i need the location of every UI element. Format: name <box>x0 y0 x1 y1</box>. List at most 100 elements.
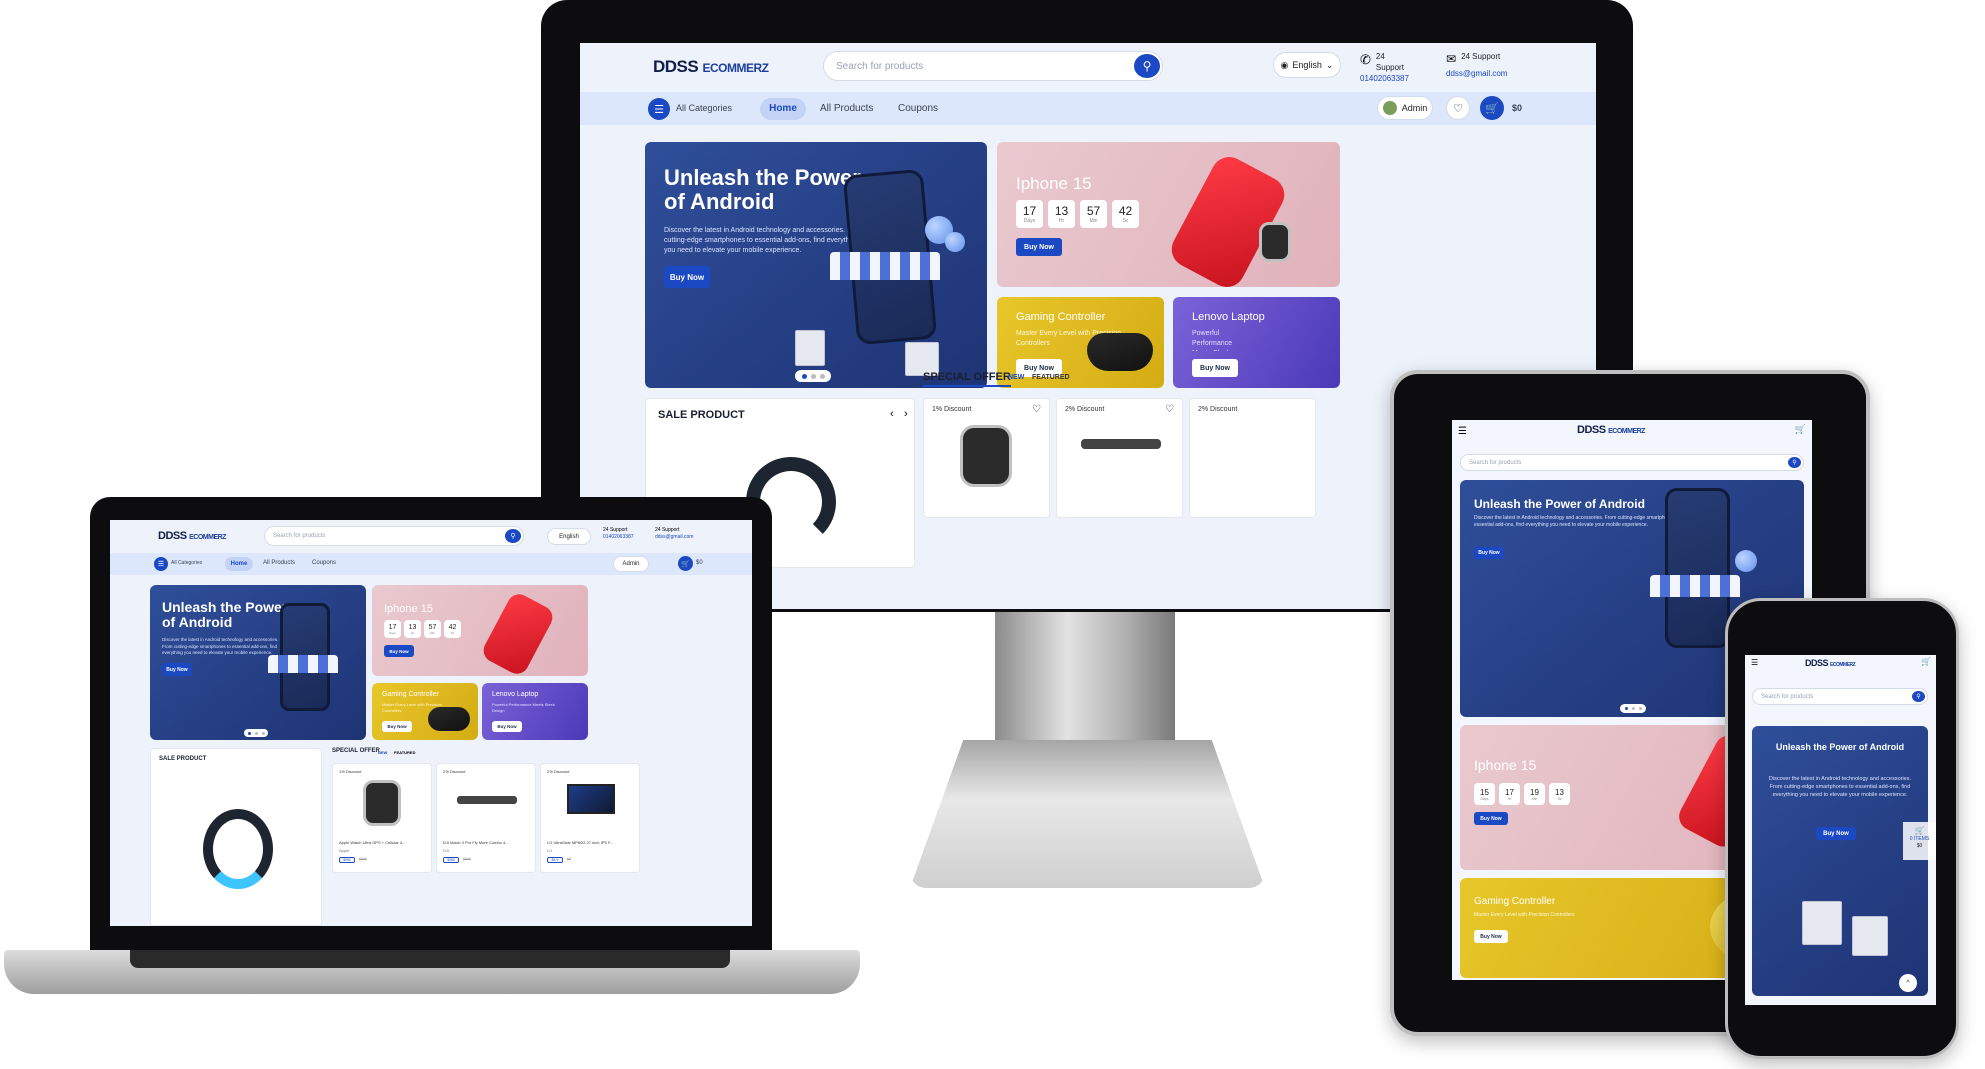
monitor-neck <box>995 612 1175 752</box>
hero-buy-button[interactable]: Buy Now <box>1474 547 1504 559</box>
categories-icon[interactable]: ☰ <box>154 557 168 571</box>
cart-button[interactable]: 🛒 <box>678 556 693 571</box>
heart-icon[interactable]: ♡ <box>1165 404 1174 415</box>
scroll-top-button[interactable]: ^ <box>1899 974 1917 992</box>
hero-banner: Unleash the Power of Android Discover th… <box>150 585 366 740</box>
headphone-art <box>203 809 273 889</box>
nav-all-categories[interactable]: All Categories <box>171 560 202 566</box>
product-image-monitor <box>567 784 615 814</box>
hero-awning-art <box>268 655 338 673</box>
phone-support[interactable]: ✆ 24 Support 01402063387 <box>1360 51 1409 85</box>
email-support[interactable]: ✉ 24 Support ddss@gmail.com <box>1446 51 1507 79</box>
promo-lenovo-buy-button[interactable]: Buy Now <box>1192 359 1238 377</box>
cart-button[interactable]: 🛒 <box>1480 96 1504 120</box>
search-icon: ⚲ <box>1792 460 1797 466</box>
countdown-timer: 17 Days 13 Hr 57 Min 42 Sc <box>1016 200 1139 228</box>
user-menu[interactable]: Admin <box>1377 96 1433 120</box>
hero-buy-button[interactable]: Buy Now <box>1816 827 1856 840</box>
user-menu[interactable]: Admin <box>613 556 649 572</box>
promo-lenovo: Lenovo Laptop Powerful Performance Meets… <box>1173 297 1340 388</box>
search-button[interactable]: ⚲ <box>1912 691 1925 702</box>
discount-badge: 2% Discount <box>1065 406 1105 413</box>
promo-iphone-buy-button[interactable]: Buy Now <box>1474 812 1508 825</box>
product-card[interactable]: 2% Discount ♡ <box>1056 398 1183 518</box>
hero-balloon-art <box>1735 550 1757 572</box>
floating-cart[interactable]: 🛒 0 ITEMS $0 <box>1903 822 1936 860</box>
categories-icon[interactable]: ☰ <box>648 98 670 120</box>
brand-logo[interactable]: DDSS ECOMMERZ <box>158 530 226 542</box>
promo-iphone-buy-button[interactable]: Buy Now <box>1016 238 1062 256</box>
nav-coupons[interactable]: Coupons <box>898 103 938 114</box>
nav-all-products[interactable]: All Products <box>820 103 873 114</box>
brand-logo[interactable]: DDSS ECOMMERZ <box>1577 424 1645 436</box>
cart-items-count: 0 ITEMS <box>1909 836 1930 843</box>
brand-logo[interactable]: DDSS ECOMMERZ <box>653 57 769 77</box>
prev-arrow-icon[interactable]: ‹ <box>890 408 894 420</box>
search-icon: ⚲ <box>1142 59 1152 73</box>
hero-buy-button[interactable]: Buy Now <box>664 266 710 288</box>
main-nav: ☰ All Categories Home All Products Coupo… <box>580 92 1596 125</box>
carousel-dots[interactable] <box>795 370 831 382</box>
hero-bag-art <box>1852 916 1888 956</box>
iphone-product-art <box>479 590 557 676</box>
chevron-down-icon: ⌄ <box>1325 59 1334 70</box>
product-card[interactable]: 2% Discount DJI Mavic 3 Pro Fly More Com… <box>436 763 536 873</box>
cart-icon[interactable]: 🛒 <box>1795 424 1806 435</box>
language-select[interactable]: English <box>547 528 591 545</box>
cart-icon[interactable]: 🛒 <box>1921 657 1931 666</box>
tab-featured[interactable]: FEATURED <box>394 750 415 755</box>
tab-featured[interactable]: FEATURED <box>1032 374 1070 381</box>
nav-all-categories[interactable]: All Categories <box>676 103 732 113</box>
laptop-screen: DDSS ECOMMERZ Search for products ⚲ Engl… <box>110 520 752 926</box>
phone-icon: ✆ <box>1360 52 1371 67</box>
search-bar[interactable]: Search for products ⚲ <box>823 51 1163 81</box>
menu-icon[interactable]: ☰ <box>1458 426 1467 437</box>
search-bar[interactable]: Search for products ⚲ <box>1752 688 1928 705</box>
product-card[interactable]: 1% Discount ♡ <box>923 398 1050 518</box>
product-card[interactable]: 1% Discount Apple Watch Ultra GPS + Cell… <box>332 763 432 873</box>
mail-icon: ✉ <box>1446 52 1457 66</box>
search-bar[interactable]: Search for products ⚲ <box>1460 454 1804 471</box>
carousel-dots[interactable] <box>244 729 268 737</box>
search-bar[interactable]: Search for products ⚲ <box>264 526 524 546</box>
email-support[interactable]: 24 Support ddss@gmail.com <box>655 527 693 540</box>
promo-iphone-buy-button[interactable]: Buy Now <box>384 645 414 657</box>
hero-description: Discover the latest in Android technolog… <box>1474 515 1682 529</box>
nav-home[interactable]: Home <box>225 557 253 571</box>
tab-new[interactable]: NEW <box>378 750 387 755</box>
discount-badge: 2% Discount <box>1198 406 1238 413</box>
promo-lenovo-subtitle: Powerful Performance Meets Sleek Design <box>1192 330 1233 351</box>
phone-support[interactable]: 24 Support 01402063387 <box>603 527 634 540</box>
search-button[interactable]: ⚲ <box>1134 54 1160 78</box>
phone-screen: ☰ DDSS ECOMMERZ 🛒 Search for products ⚲ … <box>1745 655 1936 1005</box>
hero-buy-button[interactable]: Buy Now <box>162 663 192 676</box>
wishlist-button[interactable]: ♡ <box>1446 96 1470 120</box>
heart-icon[interactable]: ♡ <box>1032 404 1041 415</box>
hero-description: Discover the latest in Android technolog… <box>1768 776 1912 798</box>
menu-icon[interactable]: ☰ <box>1751 658 1758 667</box>
promo-lenovo-title: Lenovo Laptop <box>1192 311 1265 323</box>
cart-total: $0 <box>696 560 703 566</box>
cart-total: $0 <box>1512 103 1523 113</box>
product-image-watch <box>363 780 401 826</box>
tab-new[interactable]: NEW <box>1008 374 1024 381</box>
carousel-dots[interactable] <box>1620 704 1646 713</box>
product-image-drone <box>457 796 517 804</box>
product-card[interactable]: 2% Discount LG UltraGear MP60G 27 inch I… <box>540 763 640 873</box>
heart-icon: ♡ <box>1453 102 1463 115</box>
promo-gaming-title: Gaming Controller <box>1016 311 1106 323</box>
nav-home[interactable]: Home <box>760 98 806 120</box>
next-arrow-icon[interactable]: › <box>904 408 908 420</box>
search-button[interactable]: ⚲ <box>505 529 521 543</box>
product-image-drone <box>1081 439 1161 449</box>
nav-coupons[interactable]: Coupons <box>312 560 336 566</box>
language-select[interactable]: ◉ English ⌄ <box>1273 52 1341 78</box>
search-button[interactable]: ⚲ <box>1788 457 1801 468</box>
monitor-base <box>910 740 1265 888</box>
iphone-product-art <box>1165 150 1291 287</box>
brand-logo[interactable]: DDSS ECOMMERZ <box>1805 658 1856 668</box>
nav-all-products[interactable]: All Products <box>263 560 295 566</box>
gamepad-art <box>428 707 470 731</box>
hero-bag-art <box>1802 901 1842 945</box>
product-card[interactable]: 2% Discount <box>1189 398 1316 518</box>
